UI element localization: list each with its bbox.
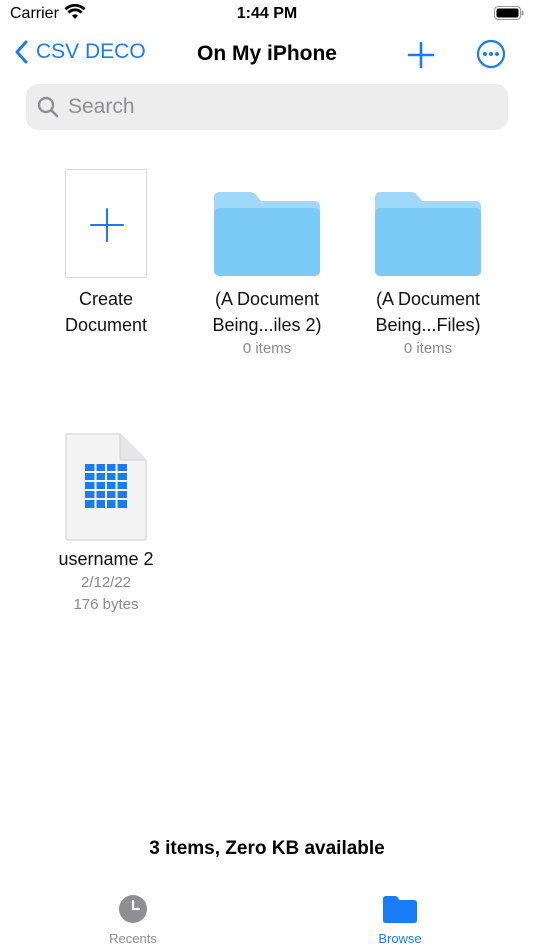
folder-item[interactable]: (A Document Being...iles 2) 0 items [192,190,342,360]
spreadsheet-file-icon [64,432,148,542]
tab-label: Recents [109,931,157,946]
folder-icon [373,190,483,278]
battery-icon [494,6,524,20]
add-button[interactable] [406,40,436,70]
folder-icon [383,896,417,923]
create-document-tile[interactable] [65,169,147,278]
more-options-button[interactable] [476,39,506,69]
file-item[interactable]: username 2 2/12/22 176 bytes [31,432,181,616]
tab-browse[interactable]: Browse [340,894,460,946]
file-name: username 2 [58,549,154,569]
item-label-line2: Being...iles 2) [212,315,322,335]
back-button-label: CSV DECO [36,40,146,63]
back-button[interactable]: CSV DECO [14,40,146,64]
item-label-line1: Create [78,289,134,309]
status-bar: Carrier 1:44 PM [0,0,534,28]
item-detail: 0 items [242,340,292,357]
navigation-bar: CSV DECO On My iPhone [0,32,534,76]
folder-icon [212,190,322,278]
tab-label: Browse [378,931,422,946]
item-label-line1: (A Document [375,289,481,309]
create-document-item[interactable]: Create Document [31,169,181,338]
search-icon [37,96,59,118]
file-date: 2/12/22 [80,574,132,591]
tab-recents[interactable]: Recents [73,894,193,946]
clock-time: 1:44 PM [236,5,298,22]
tab-bar: Recents Browse [0,880,534,950]
item-detail: 0 items [403,340,453,357]
item-label-line2: Document [64,315,148,335]
file-size: 176 bytes [73,596,139,613]
plus-icon [407,41,435,69]
clock-icon [119,895,147,923]
search-bar[interactable] [26,84,508,130]
folder-item[interactable]: (A Document Being...Files) 0 items [353,190,503,360]
chevron-left-icon [15,40,28,64]
files-browser-screen: Carrier 1:44 PM CSV DECO On My iPhone Se… [0,0,534,950]
ellipsis-circle-icon [476,39,506,69]
item-label-line2: Being...Files) [375,315,481,335]
search-input[interactable] [68,95,468,119]
plus-icon [90,208,124,242]
storage-summary: 3 items, Zero KB available [149,838,385,859]
item-label-line1: (A Document [214,289,320,309]
